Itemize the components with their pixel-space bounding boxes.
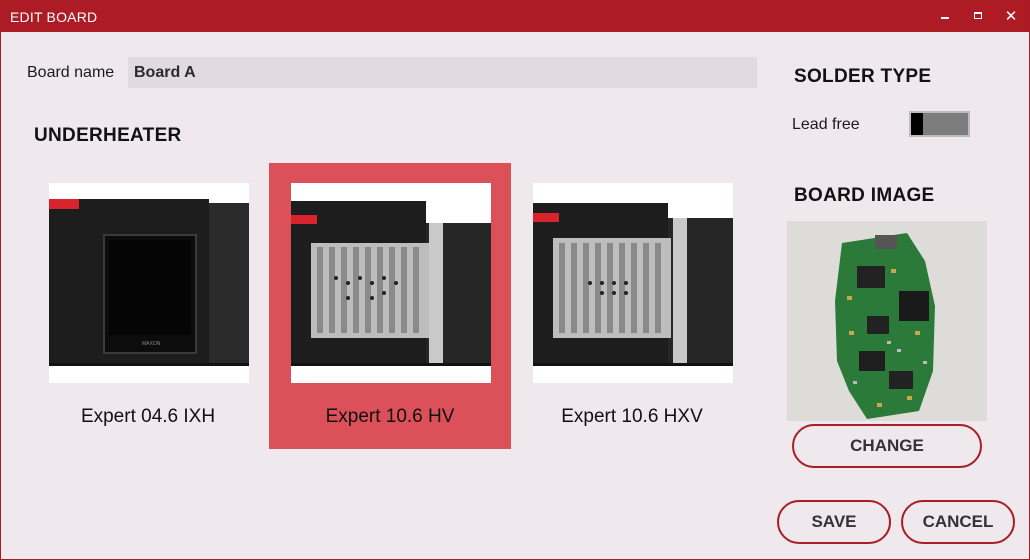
underheater-name: Expert 10.6 HXV: [561, 406, 703, 427]
underheater-image: [533, 183, 733, 383]
minimize-button[interactable]: [930, 1, 960, 32]
title-bar: EDIT BOARD ✕: [1, 1, 1029, 32]
edit-board-window: EDIT BOARD ✕ Board name UNDERHEATER MAXO…: [0, 0, 1030, 560]
lead-free-label: Lead free: [792, 116, 860, 133]
window-title: EDIT BOARD: [10, 9, 98, 25]
board-image-heading: BOARD IMAGE: [794, 185, 935, 206]
underheater-heading: UNDERHEATER: [34, 125, 182, 146]
close-button[interactable]: ✕: [996, 1, 1026, 32]
underheater-image: MAXON: [49, 183, 249, 383]
underheater-card-expert-10-6-hxv[interactable]: Expert 10.6 HXV: [511, 163, 753, 449]
toggle-knob: [911, 113, 923, 135]
underheater-image: [291, 183, 491, 383]
underheater-hxv-image: [533, 203, 733, 366]
underheater-hv-image: [291, 201, 491, 366]
maximize-button[interactable]: [963, 1, 993, 32]
minimize-icon: [941, 17, 949, 19]
maximize-icon: [974, 12, 982, 19]
underheater-ixh-image: MAXON: [49, 199, 249, 366]
board-name-label: Board name: [27, 64, 115, 81]
underheater-card-expert-04-6-ixh[interactable]: MAXON Expert 04.6 IXH: [27, 163, 269, 449]
underheater-name: Expert 04.6 IXH: [80, 406, 216, 427]
close-icon: ✕: [1004, 8, 1018, 25]
board-name-input[interactable]: [128, 57, 757, 88]
cancel-button[interactable]: CANCEL: [901, 500, 1015, 544]
board-image: [787, 221, 987, 421]
underheater-name: Expert 10.6 HV: [325, 406, 455, 427]
svg-text:MAXON: MAXON: [142, 341, 161, 347]
underheater-card-expert-10-6-hv[interactable]: Expert 10.6 HV: [269, 163, 511, 449]
solder-type-heading: SOLDER TYPE: [794, 66, 932, 87]
change-image-button[interactable]: CHANGE: [792, 424, 982, 468]
pcb-image: [787, 221, 987, 421]
lead-free-toggle[interactable]: [909, 111, 970, 137]
save-button[interactable]: SAVE: [777, 500, 891, 544]
